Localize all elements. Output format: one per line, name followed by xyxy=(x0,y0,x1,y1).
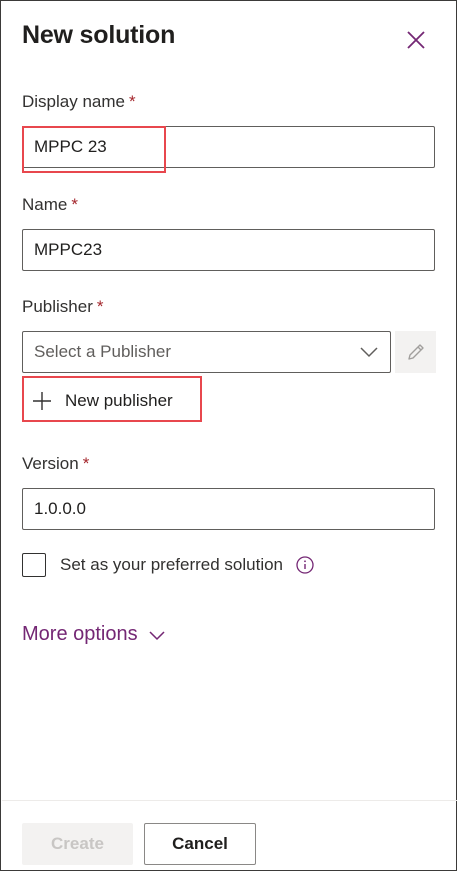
new-solution-panel: New solution Display name * MPPC 23 Name *… xyxy=(0,0,457,871)
cancel-button[interactable]: Cancel xyxy=(144,823,256,865)
create-button[interactable]: Create xyxy=(22,823,133,865)
pencil-icon xyxy=(407,344,424,360)
footer-divider xyxy=(2,800,457,801)
name-value: MPPC23 xyxy=(34,240,103,259)
publisher-select[interactable]: Select a Publisher xyxy=(22,331,391,373)
name-label: Name * xyxy=(22,195,78,214)
new-publisher-label: New publisher xyxy=(65,391,173,410)
panel-title: New solution xyxy=(22,21,176,49)
version-value: 1.0.0.0 xyxy=(34,499,86,518)
info-icon[interactable] xyxy=(295,555,315,575)
preferred-solution-checkbox[interactable] xyxy=(22,553,46,577)
version-label: Version * xyxy=(22,454,90,473)
display-name-value: MPPC 23 xyxy=(34,137,107,156)
publisher-label: Publisher * xyxy=(22,297,104,316)
chevron-down-icon xyxy=(149,630,165,640)
publisher-placeholder: Select a Publisher xyxy=(34,342,172,361)
plus-icon xyxy=(33,392,51,410)
edit-publisher-button[interactable] xyxy=(395,331,436,373)
display-name-label: Display name * xyxy=(22,92,136,111)
more-options-toggle[interactable]: More options xyxy=(22,623,166,646)
close-icon xyxy=(407,31,425,49)
close-button[interactable] xyxy=(401,25,431,55)
version-input[interactable]: 1.0.0.0 xyxy=(22,488,435,530)
preferred-solution-label: Set as your preferred solution xyxy=(60,555,284,574)
chevron-down-icon xyxy=(360,347,378,358)
name-input[interactable]: MPPC23 xyxy=(22,229,435,271)
preferred-solution-row: Set as your preferred solution xyxy=(22,553,315,577)
new-publisher-button[interactable]: New publisher xyxy=(31,387,173,415)
more-options-label: More options xyxy=(22,623,138,645)
display-name-input[interactable]: MPPC 23 xyxy=(22,126,435,168)
